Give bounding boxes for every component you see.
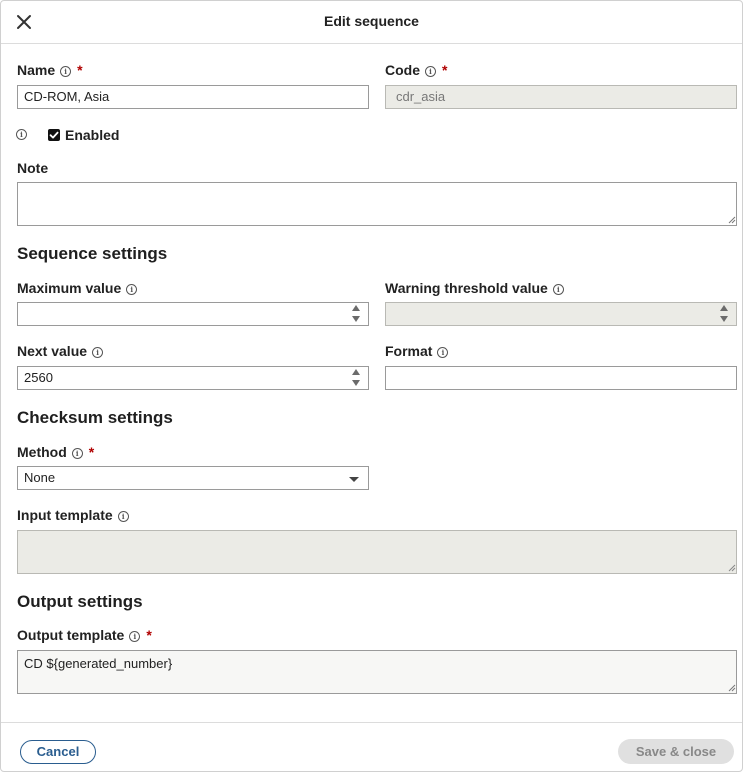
resize-grip-icon (728, 564, 736, 572)
input-template-textarea (17, 530, 737, 574)
method-label: Method i * (17, 444, 95, 460)
output-template-textarea[interactable]: CD ${generated_number} (17, 650, 737, 694)
format-input[interactable] (385, 366, 737, 390)
increment-arrow-icon[interactable] (352, 369, 360, 375)
increment-arrow-icon (720, 305, 728, 311)
input-template-label: Input template i (17, 507, 129, 523)
method-select[interactable]: None (17, 466, 369, 490)
warning-threshold-input (385, 302, 737, 326)
maximum-value-label: Maximum value i (17, 280, 138, 296)
info-icon[interactable]: i (129, 631, 141, 642)
resize-grip-icon[interactable] (728, 684, 736, 692)
decrement-arrow-icon[interactable] (352, 316, 360, 322)
number-spinner (718, 304, 732, 324)
number-spinner[interactable] (350, 304, 364, 324)
chevron-down-icon[interactable] (349, 477, 359, 482)
info-icon[interactable]: i (437, 347, 449, 358)
warning-threshold-label: Warning threshold value i (385, 280, 564, 296)
decrement-arrow-icon[interactable] (352, 380, 360, 386)
enabled-label: Enabled (65, 127, 120, 143)
save-and-close-button[interactable]: Save & close (618, 739, 734, 764)
required-marker: * (88, 444, 95, 460)
info-icon[interactable]: i (16, 129, 27, 140)
next-value-input[interactable]: 2560 (17, 366, 369, 390)
output-settings-heading: Output settings (17, 592, 143, 611)
edit-sequence-dialog: Edit sequence Name i * CD-ROM, Asia Code i *… (0, 0, 743, 772)
dialog-title: Edit sequence (324, 13, 419, 29)
number-spinner[interactable] (350, 368, 364, 388)
info-icon[interactable]: i (552, 284, 564, 295)
info-icon[interactable]: i (92, 347, 104, 358)
required-marker: * (146, 627, 152, 643)
checksum-settings-heading: Checksum settings (17, 408, 173, 427)
code-input: cdr_asia (385, 85, 737, 109)
name-input[interactable]: CD-ROM, Asia (17, 85, 369, 109)
info-icon[interactable]: i (126, 284, 138, 295)
info-icon[interactable]: i (425, 66, 436, 77)
info-icon[interactable]: i (117, 511, 129, 522)
maximum-value-input[interactable] (17, 302, 369, 326)
dialog-header: Edit sequence (1, 1, 742, 44)
resize-grip-icon[interactable] (728, 216, 736, 224)
decrement-arrow-icon (720, 316, 728, 322)
dialog-footer: Cancel Save & close (1, 722, 742, 772)
format-label: Format i (385, 343, 449, 359)
cancel-button[interactable]: Cancel (20, 740, 96, 764)
code-label: Code i * (385, 62, 448, 78)
info-icon[interactable]: i (71, 448, 83, 459)
next-value-label: Next value i (17, 343, 104, 359)
increment-arrow-icon[interactable] (352, 305, 360, 311)
info-icon[interactable]: i (60, 66, 72, 77)
output-template-label: Output template i * (17, 627, 152, 643)
name-label: Name i * (17, 62, 83, 78)
required-marker: * (442, 62, 448, 78)
note-textarea[interactable] (17, 182, 737, 226)
note-label: Note (17, 160, 49, 176)
sequence-settings-heading: Sequence settings (17, 244, 168, 263)
required-marker: * (77, 62, 83, 78)
enabled-checkbox[interactable] (48, 129, 60, 141)
